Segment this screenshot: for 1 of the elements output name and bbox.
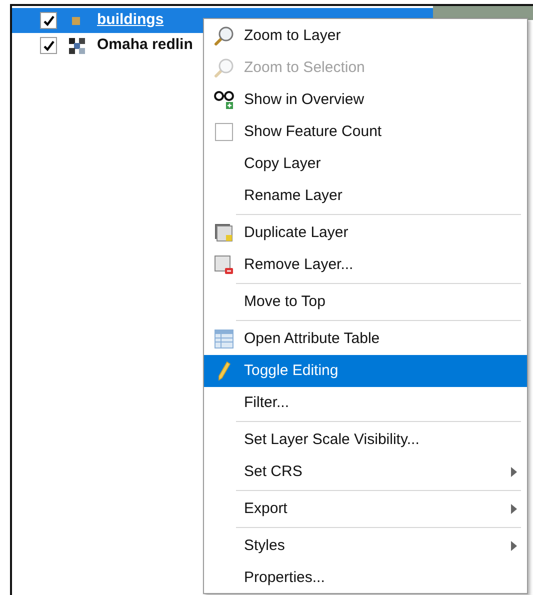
menu-item-label: Show Feature Count (244, 122, 382, 142)
